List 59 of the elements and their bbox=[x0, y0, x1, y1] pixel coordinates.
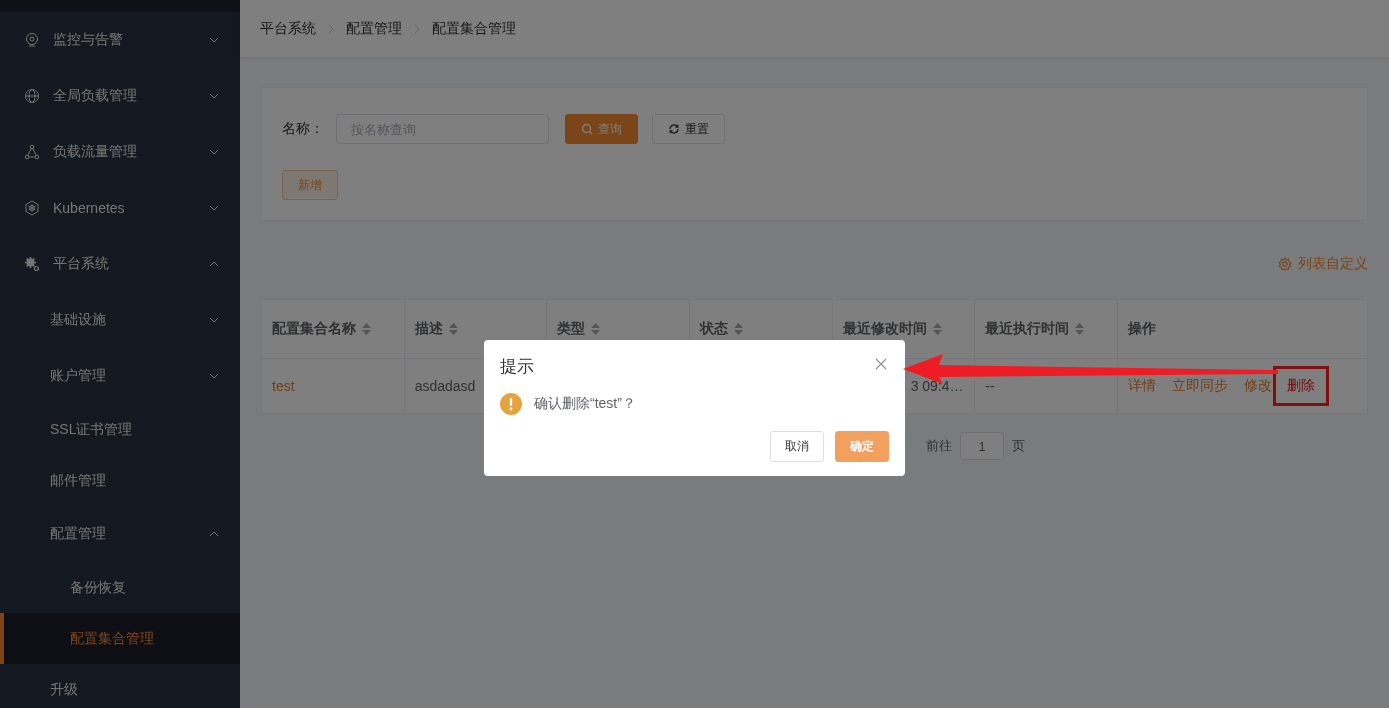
sidebar-item[interactable]: 负载流量管理 bbox=[0, 124, 240, 180]
sort-icon[interactable] bbox=[1075, 323, 1085, 335]
dialog-message: 确认删除“test”？ bbox=[534, 395, 636, 413]
breadcrumb-item[interactable]: 配置集合管理 bbox=[432, 19, 516, 38]
sidebar-item[interactable]: 监控与告警 bbox=[0, 12, 240, 68]
close-icon[interactable] bbox=[875, 358, 887, 370]
column-header: 最近执行时间 bbox=[985, 320, 1070, 338]
sort-icon[interactable] bbox=[362, 323, 371, 335]
column-header: 状态 bbox=[699, 320, 728, 338]
sidebar-item[interactable]: 全局负载管理 bbox=[0, 68, 240, 124]
location-pin-icon bbox=[24, 32, 40, 48]
network-icon bbox=[24, 144, 40, 160]
sidebar-item[interactable]: 升级 bbox=[0, 664, 240, 708]
gear-icon bbox=[1278, 257, 1292, 271]
sort-icon[interactable] bbox=[448, 323, 458, 335]
sort-icon[interactable] bbox=[733, 323, 743, 335]
gears-icon bbox=[24, 256, 40, 272]
action-link[interactable]: 详情 bbox=[1128, 377, 1156, 395]
sidebar-item[interactable]: 配置管理 bbox=[0, 506, 240, 562]
dialog-title: 提示 bbox=[500, 356, 534, 377]
cancel-button[interactable]: 取消 bbox=[770, 431, 824, 462]
page-suffix: 页 bbox=[1012, 437, 1025, 455]
column-header: 配置集合名称 bbox=[272, 320, 356, 338]
chevron-right-icon bbox=[412, 23, 422, 34]
table-cell: asdadasd bbox=[414, 378, 476, 394]
chevron-right-icon bbox=[326, 23, 336, 34]
column-header: 最近修改时间 bbox=[842, 320, 927, 338]
sidebar-item[interactable]: 账户管理 bbox=[0, 348, 240, 404]
column-header: 类型 bbox=[557, 320, 586, 338]
globe-icon bbox=[24, 88, 40, 104]
refresh-icon bbox=[668, 123, 680, 135]
column-header: 操作 bbox=[1128, 320, 1156, 338]
breadcrumb-item[interactable]: 平台系统 bbox=[260, 19, 316, 38]
sidebar-item[interactable]: 配置集合管理 bbox=[0, 613, 240, 664]
breadcrumb-item[interactable]: 配置管理 bbox=[346, 19, 402, 38]
reset-button[interactable]: 重置 bbox=[652, 114, 725, 144]
goto-label: 前往 bbox=[926, 437, 952, 455]
sidebar-item[interactable]: SSL证书管理 bbox=[0, 404, 240, 455]
sort-icon[interactable] bbox=[932, 323, 942, 335]
table-cell: -- bbox=[985, 378, 995, 394]
field-label: 名称： bbox=[282, 120, 325, 138]
confirm-button[interactable]: 确定 bbox=[835, 431, 889, 462]
sidebar-item[interactable]: 备份恢复 bbox=[0, 562, 240, 613]
action-link[interactable]: 删除 bbox=[1287, 377, 1315, 393]
sort-icon[interactable] bbox=[591, 323, 601, 335]
sidebar-item[interactable]: Kubernetes bbox=[0, 180, 240, 236]
name-link[interactable]: test bbox=[272, 378, 295, 394]
action-link[interactable]: 立即同步 bbox=[1172, 377, 1228, 395]
warning-icon bbox=[500, 393, 522, 415]
page-input[interactable]: 1 bbox=[960, 432, 1004, 460]
helm-icon bbox=[24, 200, 40, 216]
column-header: 描述 bbox=[414, 320, 443, 338]
table-cell: 3 09:4… bbox=[910, 378, 964, 394]
query-button[interactable]: 查询 bbox=[565, 114, 638, 144]
action-link[interactable]: 修改 bbox=[1244, 377, 1272, 395]
sidebar-item[interactable]: 邮件管理 bbox=[0, 455, 240, 506]
sidebar-item[interactable]: 基础设施 bbox=[0, 292, 240, 348]
sidebar-item[interactable]: 平台系统 bbox=[0, 236, 240, 292]
search-icon bbox=[581, 123, 593, 135]
